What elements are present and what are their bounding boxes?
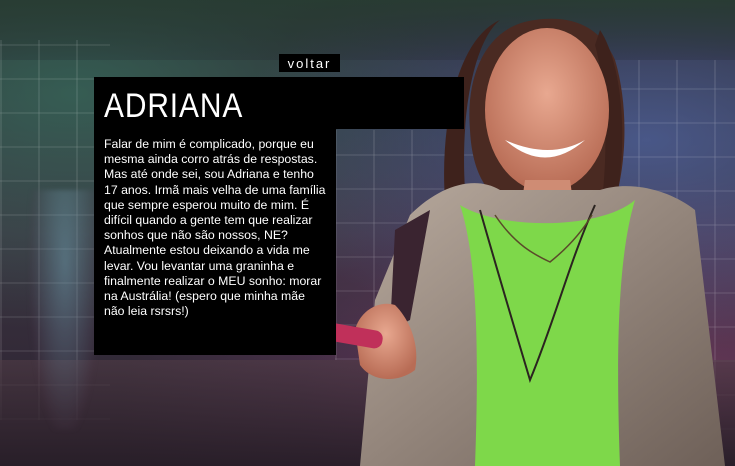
bio-text: Falar de mim é complicado, porque eu mes…: [104, 137, 326, 319]
character-photo: [305, 18, 725, 466]
back-button[interactable]: voltar: [279, 54, 340, 72]
page-title: ADRIANA: [104, 87, 244, 125]
blurred-figure: [30, 190, 100, 430]
